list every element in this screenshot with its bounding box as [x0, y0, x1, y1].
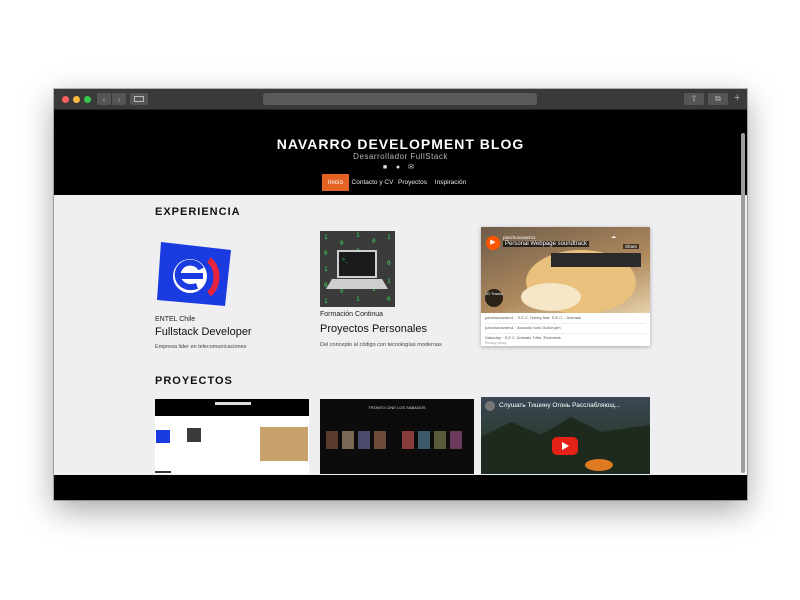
page-scrollbar[interactable]	[741, 133, 745, 473]
doge-snout	[521, 283, 581, 311]
site-subtitle: Desarrollador FullStack	[353, 152, 448, 161]
experience-heading: EXPERIENCIA	[155, 206, 241, 218]
experience-card-2-title: Proyectos Personales	[320, 323, 427, 335]
laptop-prompt: >_	[342, 257, 349, 263]
nav-proyectos[interactable]: Proyectos	[397, 174, 428, 191]
svg-text:1: 1	[324, 298, 328, 305]
github-icon[interactable]: ●	[394, 164, 402, 172]
svg-text:0: 0	[387, 296, 391, 303]
chevron-right-icon: ›	[117, 94, 121, 104]
back-button[interactable]: ‹	[97, 93, 111, 105]
player-row-2[interactable]: panchonavarro1 · Acoustic funk Guitar ja…	[485, 325, 646, 334]
laptop-screen	[337, 250, 377, 278]
nav-contacto[interactable]: Contacto y CV	[351, 174, 394, 191]
webpage: NAVARRO DEVELOPMENT BLOG Desarrollador F…	[54, 110, 747, 500]
player-track-count: 20 Tracks	[485, 289, 503, 307]
nav-inicio[interactable]: Inicio	[322, 174, 349, 191]
thumb-title-line	[215, 402, 251, 405]
player-track-title: Personal Webpage soundtrack	[503, 241, 589, 247]
campfire	[585, 459, 613, 471]
svg-text:1: 1	[387, 278, 391, 285]
experience-card-2-desc: Del concepto al código con tecnologías m…	[320, 342, 442, 348]
thumb-entel-logo	[156, 430, 170, 443]
svg-text:1: 1	[324, 266, 328, 273]
thumb-laptop	[187, 428, 201, 442]
laptop-keyboard	[326, 279, 388, 289]
matrix-laptop-image[interactable]: 10101 010 101 011 1010 >_	[320, 231, 395, 307]
movie-posters	[326, 431, 462, 449]
player-share[interactable]: Share	[623, 244, 640, 249]
svg-text:0: 0	[324, 250, 328, 257]
player-channel: panchonavarro1	[503, 235, 536, 240]
player-row-1[interactable]: panchonavarro1 · S.E.C. Hubby feat. S.E.…	[485, 315, 646, 324]
soundcloud-logo-icon: ☁	[611, 234, 616, 240]
forward-button[interactable]: ›	[112, 93, 126, 105]
channel-avatar	[485, 401, 495, 411]
nav-inspiracion[interactable]: Inspiración	[432, 174, 469, 191]
svg-text:1: 1	[356, 232, 360, 239]
play-icon[interactable]: ▶	[486, 236, 500, 250]
youtube-play-button[interactable]	[552, 437, 578, 455]
svg-text:1: 1	[324, 234, 328, 241]
project-video-player[interactable]: Слушать Тишину Огонь Расслабляющ...	[481, 397, 650, 474]
experience-card-1-meta: ENTEL Chile	[155, 316, 196, 323]
close-window-button[interactable]	[62, 96, 69, 103]
site-header: NAVARRO DEVELOPMENT BLOG Desarrollador F…	[54, 110, 747, 195]
svg-text:0: 0	[340, 288, 344, 295]
chevron-left-icon: ‹	[102, 94, 106, 104]
thumb-heading-line	[155, 471, 171, 473]
svg-text:1: 1	[356, 296, 360, 303]
share-icon: ⇧	[690, 94, 698, 103]
svg-text:0: 0	[340, 240, 344, 247]
player-row-3[interactable]: Saturday · S.E.C. Animais Tribe, Emimesi…	[485, 335, 646, 341]
sidebar-toggle-button[interactable]	[130, 93, 148, 105]
svg-text:1: 1	[387, 234, 391, 241]
minimize-window-button[interactable]	[73, 96, 80, 103]
main-nav: Inicio Contacto y CV Proyectos Inspiraci…	[322, 174, 482, 191]
thumb-player	[260, 427, 308, 461]
play-icon	[562, 442, 569, 450]
svg-text:0: 0	[372, 238, 376, 245]
player-artwork: ▶ panchonavarro1 Personal Webpage soundt…	[481, 227, 650, 313]
entel-logo[interactable]	[155, 236, 235, 311]
project-thumb-blog[interactable]	[155, 399, 309, 474]
tabs-button[interactable]: ⧉	[708, 93, 728, 105]
email-icon[interactable]: ✉	[407, 164, 415, 172]
zoom-window-button[interactable]	[84, 96, 91, 103]
experience-card-2-meta: Formación Continua	[320, 311, 384, 318]
site-footer	[54, 475, 747, 500]
svg-text:0: 0	[387, 260, 391, 267]
soundcloud-player[interactable]: ▶ panchonavarro1 Personal Webpage soundt…	[481, 227, 650, 346]
browser-window: ‹ › ⇧ ⧉ + NAVARRO DEVELOPMENT BLOG Desar…	[54, 89, 747, 500]
project-thumb-cine[interactable]: TRONTO CINE LOS SABADOS	[320, 399, 474, 474]
experience-card-1-desc: Empresa lider en telecomunicaciones	[155, 344, 247, 350]
experience-card-1-title: Fullstack Developer	[155, 326, 252, 338]
share-button[interactable]: ⇧	[684, 93, 704, 105]
projects-heading: PROYECTOS	[155, 375, 233, 387]
new-tab-button[interactable]: +	[734, 92, 740, 104]
doge-cap	[551, 253, 641, 267]
address-bar[interactable]	[263, 93, 537, 105]
browser-titlebar: ‹ › ⇧ ⧉ +	[54, 89, 747, 110]
player-footer[interactable]: Privacy policy	[485, 341, 506, 345]
linkedin-icon[interactable]: ■	[381, 164, 389, 172]
video-title: Слушать Тишину Огонь Расслабляющ...	[499, 402, 621, 409]
site-title: NAVARRO DEVELOPMENT BLOG	[276, 136, 525, 152]
tabs-icon: ⧉	[715, 94, 721, 103]
